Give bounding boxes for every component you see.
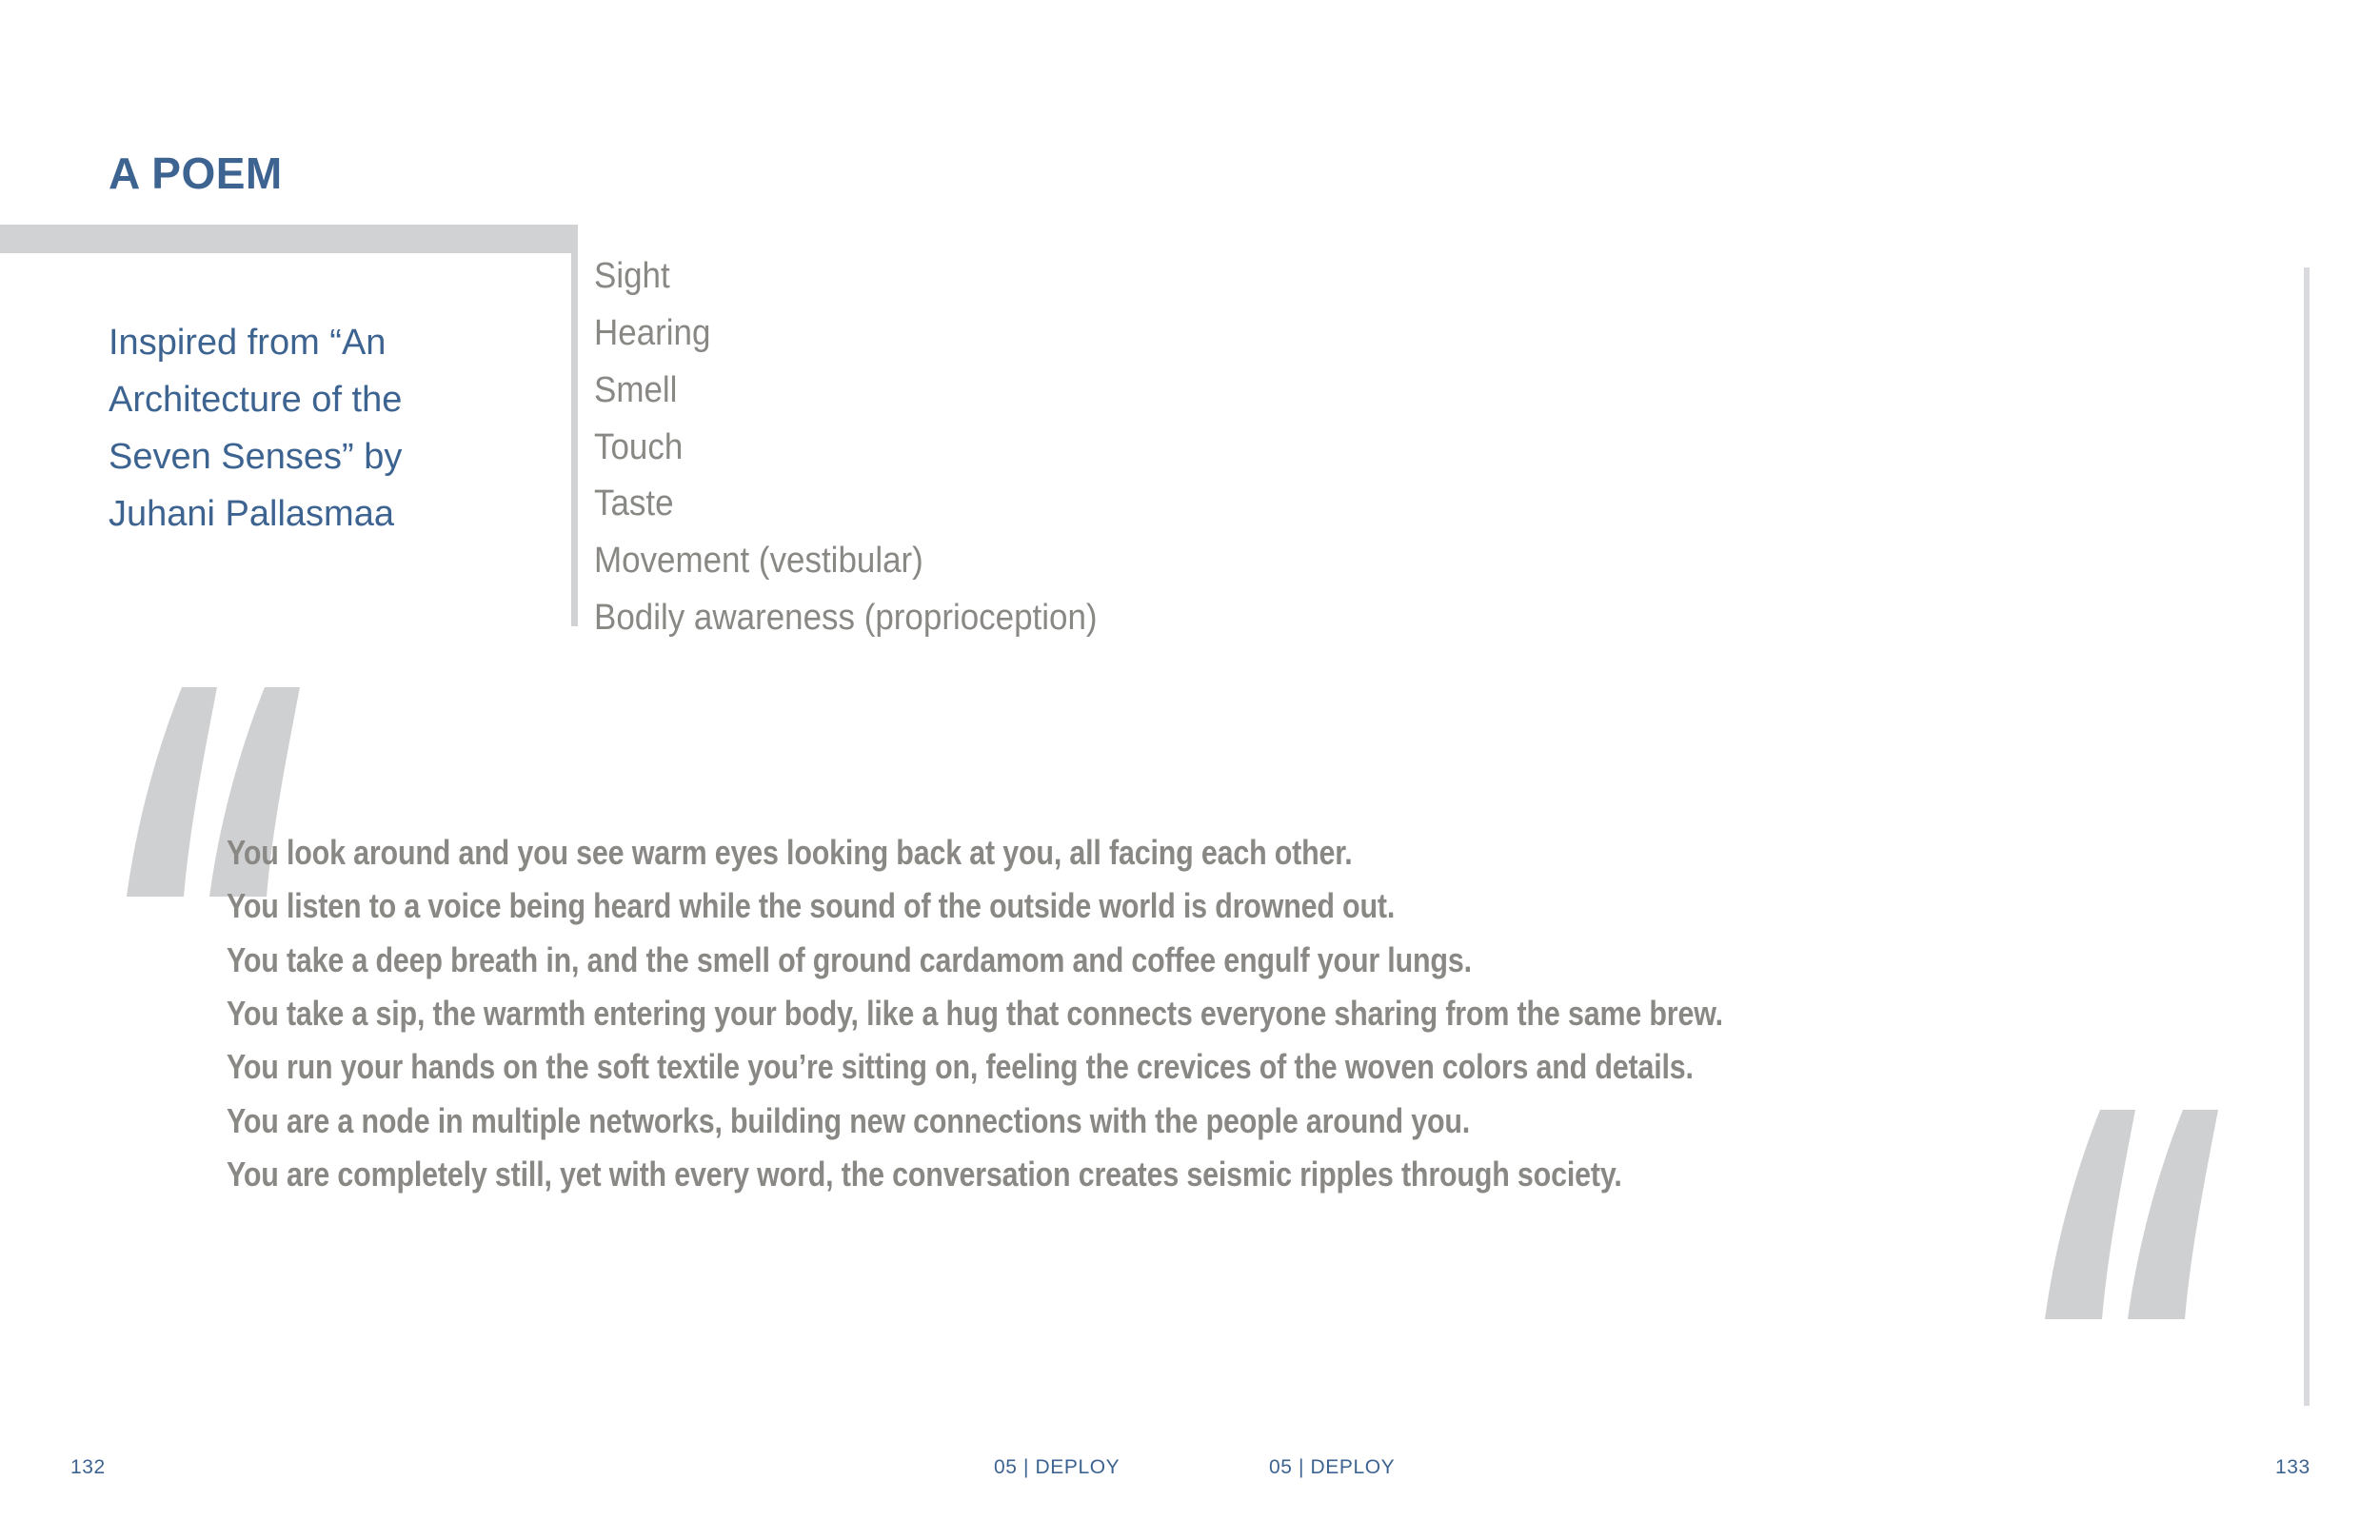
footer-section-label-left: 05 | DEPLOY — [994, 1456, 1121, 1478]
sense-item-hearing: Hearing — [594, 312, 711, 353]
poem-line-5: You run your hands on the soft textile y… — [227, 1047, 1694, 1087]
poem-line-7: You are completely still, yet with every… — [227, 1154, 1622, 1194]
poem-line-6: You are a node in multiple networks, bui… — [227, 1100, 1471, 1140]
inspiration-attribution: Inspired from “An Architecture of the Se… — [109, 323, 403, 535]
poem-body: You look around and you see warm eyes lo… — [227, 826, 1723, 1201]
sense-item-sight: Sight — [594, 256, 670, 296]
page-title: A POEM — [109, 148, 283, 198]
poem-line-4: You take a sip, the warmth entering your… — [227, 993, 1723, 1033]
poem-line-3: You take a deep breath in, and the smell… — [227, 939, 1472, 979]
footer-section-label-right: 05 | DEPLOY — [1269, 1456, 1396, 1478]
sense-item-proprioception: Bodily awareness (proprioception) — [594, 598, 1098, 639]
footer-page-number-left: 132 — [70, 1456, 106, 1478]
sense-item-taste: Taste — [594, 484, 674, 524]
poem-line-1: You look around and you see warm eyes lo… — [227, 833, 1353, 872]
sense-item-touch: Touch — [594, 426, 684, 467]
poem-line-2: You listen to a voice being heard while … — [227, 886, 1396, 926]
sense-item-movement: Movement (vestibular) — [594, 541, 923, 582]
page-footer: 132 05 | DEPLOY 05 | DEPLOY 133 — [0, 1456, 2380, 1494]
title-underbar — [0, 225, 578, 253]
poem-spread-page: A POEM Inspired from “An Architecture of… — [0, 0, 2380, 1540]
footer-page-number-right: 133 — [2275, 1456, 2311, 1478]
right-page-rule — [2304, 267, 2310, 1406]
left-column-divider — [571, 253, 578, 626]
sense-item-smell: Smell — [594, 369, 678, 410]
seven-senses-list: Sight Hearing Smell Touch Taste Movement… — [594, 248, 1098, 647]
right-double-quote-icon — [2045, 1110, 2218, 1319]
